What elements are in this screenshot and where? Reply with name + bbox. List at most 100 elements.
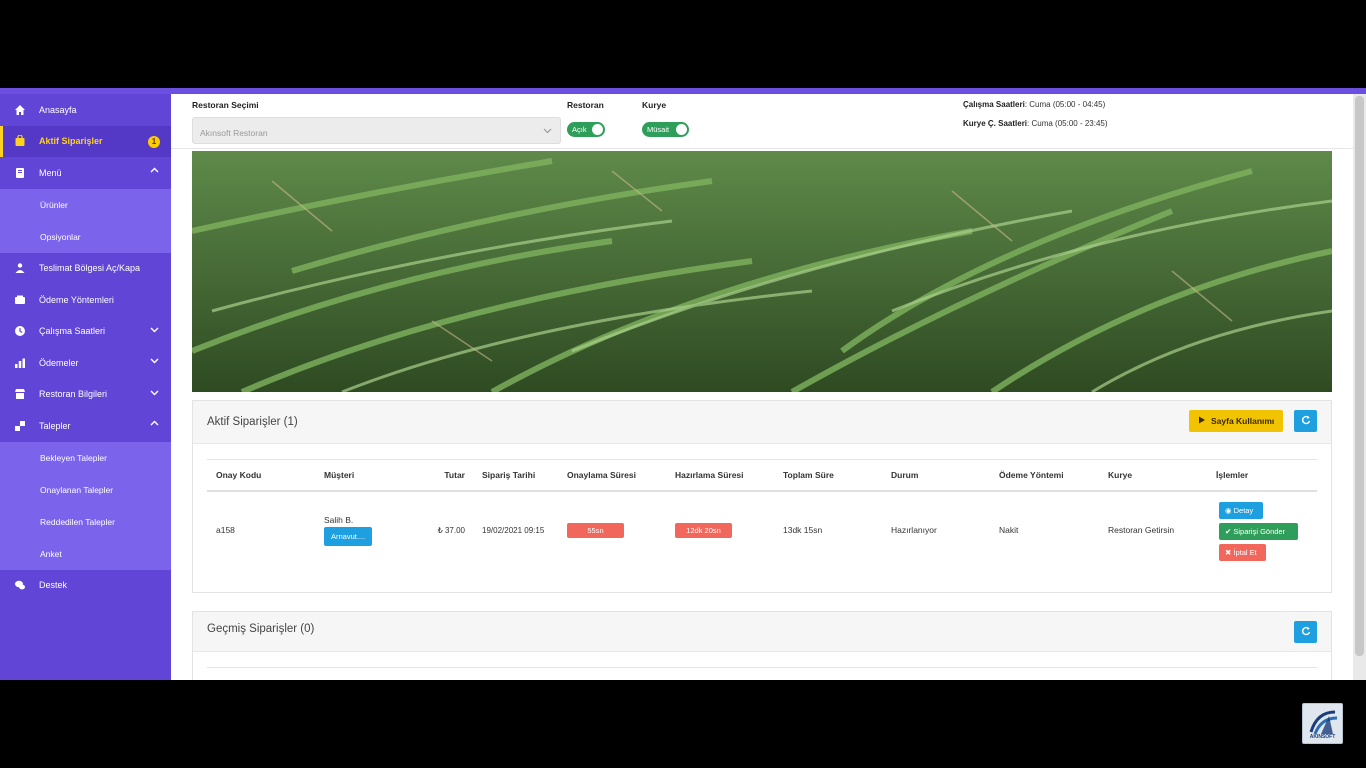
working-hours-label: Çalışma Saatleri <box>963 100 1025 109</box>
col-durum: Durum <box>882 459 990 492</box>
past-orders-title: Geçmiş Siparişler (0) <box>207 623 315 635</box>
sidebar-item-label: Talepler <box>39 420 71 431</box>
kurye-available-toggle[interactable]: Müsait <box>642 122 689 137</box>
sidebar-item-label: Restoran Bilgileri <box>39 389 108 400</box>
menu-submenu: Ürünler Opsiyonlar <box>0 188 171 253</box>
active-orders-header: Aktif Siparişler (1) Sayfa Kullanımı <box>193 401 1331 444</box>
customer-cell: Salih B. Arnavut.... <box>315 491 415 569</box>
submenu-item-reddedilen[interactable]: Reddedilen Talepler <box>0 506 171 538</box>
app-window: Anasayfa Aktif Siparişler 1 Menü Ürünler… <box>0 88 1366 680</box>
toggle-label: Açık <box>572 125 587 134</box>
page-usage-label: Sayfa Kullanımı <box>1211 416 1275 426</box>
sidebar-item-label: Aktif Siparişler <box>39 136 103 147</box>
refresh-active-button[interactable] <box>1294 410 1317 432</box>
courier-hours-label: Kurye Ç. Saatleri <box>963 119 1028 128</box>
active-orders-table: Onay Kodu Müşteri Tutar Sipariş Tarihi O… <box>207 459 1317 569</box>
submenu-item-bekleyen[interactable]: Bekleyen Talepler <box>0 442 171 474</box>
chevron-down-icon <box>150 356 159 367</box>
restoran-secimi-label: Restoran Seçimi <box>192 100 259 110</box>
table-header-row: Onay Kodu Müşteri Tutar Sipariş Tarihi O… <box>207 459 1317 492</box>
sidebar-item-destek[interactable]: Destek <box>0 570 171 602</box>
courier-hours-value: : Cuma (05:00 - 23:45) <box>1027 119 1108 128</box>
sidebar: Anasayfa Aktif Siparişler 1 Menü Ürünler… <box>0 94 171 680</box>
toggle-knob <box>676 124 687 135</box>
kurye-label: Kurye <box>642 100 667 110</box>
cancel-order-button[interactable]: ✖ İptal Et <box>1219 543 1266 561</box>
sidebar-item-label: Ödeme Yöntemleri <box>39 294 114 305</box>
past-orders-panel: Geçmiş Siparişler (0) <box>192 611 1332 680</box>
order-amount: ₺ 37.00 <box>437 525 465 535</box>
col-kurye: Kurye <box>1099 459 1207 492</box>
working-hours-info: Çalışma Saatleri: Cuma (05:00 - 04:45) <box>963 100 1105 109</box>
sidebar-item-label: Teslimat Bölgesi Aç/Kapa <box>39 263 141 274</box>
sidebar-item-label: Destek <box>39 580 68 591</box>
scrollbar-thumb[interactable] <box>1355 96 1364 656</box>
logo-text: AKINSOFT <box>1309 734 1336 740</box>
sidebar-item-label: Ödemeler <box>39 357 79 368</box>
chat-icon <box>14 579 26 591</box>
sidebar-item-teslimat-bolgesi[interactable]: Teslimat Bölgesi Aç/Kapa <box>0 253 171 285</box>
courier: Restoran Getirsin <box>1108 525 1175 535</box>
chevron-up-icon <box>150 419 159 430</box>
restoran-select[interactable]: Akınsoft Restoran <box>192 117 561 144</box>
courier-hours-info: Kurye Ç. Saatleri: Cuma (05:00 - 23:45) <box>963 119 1108 128</box>
send-order-button[interactable]: ✔ Siparişi Gönder <box>1219 522 1298 540</box>
working-hours-value: : Cuma (05:00 - 04:45) <box>1024 100 1106 109</box>
restoran-open-toggle[interactable]: Açık <box>567 122 605 137</box>
table-row: a158 Salih B. Arnavut.... ₺ 37.00 19/02/… <box>207 491 1317 569</box>
sidebar-item-label: Menü <box>39 167 62 178</box>
total-time: 13dk 15sn <box>783 525 823 535</box>
play-icon <box>1198 416 1206 426</box>
book-icon <box>14 167 26 179</box>
col-hazirlama-suresi: Hazırlama Süresi <box>666 459 774 492</box>
action-buttons: ◉ Detay ✔ Siparişi Gönder ✖ İptal Et <box>1219 500 1317 561</box>
sidebar-item-calisma-saatleri[interactable]: Çalışma Saatleri <box>0 316 171 348</box>
clock-icon <box>14 325 26 337</box>
store-icon <box>14 388 26 400</box>
refresh-icon <box>1301 415 1311 428</box>
request-icon <box>14 420 26 432</box>
col-musteri: Müşteri <box>315 459 415 492</box>
restoran-label: Restoran <box>567 100 604 110</box>
approve-time-cell: 55sn <box>558 491 666 569</box>
wallet-icon <box>14 294 26 306</box>
customer-address-button[interactable]: Arnavut.... <box>324 526 373 546</box>
sidebar-item-odeme-yontemleri[interactable]: Ödeme Yöntemleri <box>0 284 171 316</box>
order-count-badge: 1 <box>148 135 160 148</box>
col-siparis-tarihi: Sipariş Tarihi <box>473 459 558 492</box>
submenu-item-anket[interactable]: Anket <box>0 538 171 570</box>
sidebar-item-talepler[interactable]: Talepler <box>0 410 171 442</box>
detail-button[interactable]: ◉ Detay <box>1219 501 1263 519</box>
cancel-order-label: İptal Et <box>1233 547 1257 557</box>
header-bar: Restoran Seçimi Akınsoft Restoran Restor… <box>171 94 1353 149</box>
submenu-item-urunler[interactable]: Ürünler <box>0 189 171 221</box>
submenu-item-onaylanan[interactable]: Onaylanan Talepler <box>0 474 171 506</box>
sidebar-item-anasayfa[interactable]: Anasayfa <box>0 94 171 126</box>
submenu-item-opsiyonlar[interactable]: Opsiyonlar <box>0 221 171 253</box>
shopping-bag-icon <box>14 135 26 147</box>
sidebar-item-odemeler[interactable]: Ödemeler <box>0 347 171 379</box>
detail-label: Detay <box>1233 505 1254 515</box>
actions-cell: ◉ Detay ✔ Siparişi Gönder ✖ İptal Et <box>1207 491 1317 569</box>
close-icon: ✖ <box>1225 547 1232 557</box>
restoran-select-value: Akınsoft Restoran <box>200 128 268 138</box>
check-icon: ✔ <box>1225 526 1232 536</box>
refresh-past-button[interactable] <box>1294 621 1317 643</box>
col-toplam-sure: Toplam Süre <box>774 459 882 492</box>
sidebar-item-aktif-siparisler[interactable]: Aktif Siparişler 1 <box>0 125 171 157</box>
sidebar-item-restoran-bilgileri[interactable]: Restoran Bilgileri <box>0 379 171 411</box>
page-usage-button[interactable]: Sayfa Kullanımı <box>1189 410 1284 432</box>
order-date: 19/02/2021 09:15 <box>482 525 545 535</box>
chevron-up-icon <box>150 166 159 177</box>
col-islemler: İşlemler <box>1207 459 1317 492</box>
prep-time-badge: 12dk 20sn <box>675 522 732 538</box>
send-order-label: Siparişi Gönder <box>1233 526 1286 536</box>
active-orders-panel: Aktif Siparişler (1) Sayfa Kullanımı Ona… <box>192 400 1332 593</box>
prep-time-cell: 12dk 20sn <box>666 491 774 569</box>
page-scrollbar[interactable] <box>1353 94 1366 680</box>
home-icon <box>14 104 26 116</box>
col-onay-kodu: Onay Kodu <box>207 459 315 492</box>
sidebar-item-menu[interactable]: Menü <box>0 157 171 189</box>
col-odeme-yontemi: Ödeme Yöntemi <box>990 459 1099 492</box>
akinsoft-logo: AKINSOFT <box>1302 703 1343 744</box>
